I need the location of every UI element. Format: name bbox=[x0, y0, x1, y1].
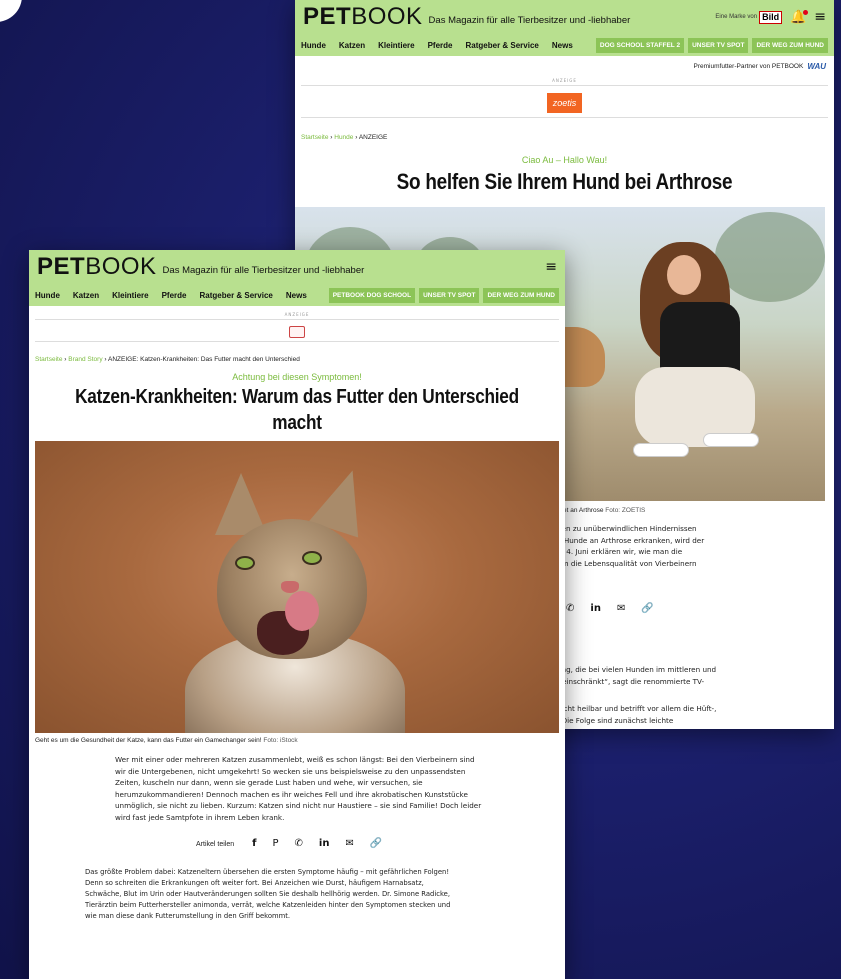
site-tagline: Das Magazin für alle Tierbesitzer und -l… bbox=[428, 14, 631, 26]
link-icon[interactable]: 🔗 bbox=[370, 839, 382, 849]
nav-item-ratgeber[interactable]: Ratgeber & Service bbox=[466, 41, 539, 50]
hamburger-menu-icon[interactable]: ≡ bbox=[814, 10, 826, 24]
breadcrumb: Startseite › Hunde › ANZEIGE bbox=[301, 134, 388, 141]
link-icon[interactable]: 🔗 bbox=[641, 604, 653, 614]
article-kicker: Ciao Au – Hallo Wau! bbox=[521, 155, 608, 165]
weg-zum-hund-button[interactable]: DER WEG ZUM HUND bbox=[752, 37, 828, 53]
article-body-continued: nicht heilbar und betrifft vor allem die… bbox=[557, 704, 717, 725]
nav-item-kleintiere[interactable]: Kleintiere bbox=[112, 291, 148, 300]
site-header: PETBOOK Das Magazin für alle Tierbesitze… bbox=[295, 0, 834, 56]
ad-label: ANZEIGE bbox=[552, 78, 577, 83]
notification-dot bbox=[803, 9, 809, 15]
nav-item-hunde[interactable]: Hunde bbox=[301, 41, 326, 50]
article-intro: pen zu unüberwindlichen Hindernissen n H… bbox=[557, 524, 705, 568]
share-bar: ✆ in ✉ 🔗 bbox=[566, 604, 654, 614]
ad-label: ANZEIGE bbox=[284, 312, 310, 317]
nav-item-kleintiere[interactable]: Kleintiere bbox=[378, 41, 414, 50]
premium-partner-bar: Premiumfutter-Partner von PETBOOK WAU bbox=[295, 56, 834, 72]
main-nav: Hunde Katzen Kleintiere Pferde Ratgeber … bbox=[29, 284, 565, 306]
linkedin-icon[interactable]: in bbox=[319, 839, 330, 849]
dog-school-button[interactable]: PETBOOK DOG SCHOOL bbox=[328, 287, 416, 303]
article-kicker: Achtung bei diesen Symptomen! bbox=[232, 372, 362, 382]
partner-logo[interactable]: WAU bbox=[807, 62, 826, 71]
breadcrumb-home[interactable]: Startseite bbox=[301, 134, 328, 141]
nav-item-katzen[interactable]: Katzen bbox=[339, 41, 365, 50]
bild-brand-logo[interactable]: Eine Marke von Bild bbox=[715, 10, 783, 24]
site-header: PETBOOK Das Magazin für alle Tierbesitze… bbox=[29, 250, 565, 306]
nav-item-ratgeber[interactable]: Ratgeber & Service bbox=[200, 291, 273, 300]
article-title: So helfen Sie Ihrem Hund bei Arthrose bbox=[396, 169, 733, 194]
site-tagline: Das Magazin für alle Tierbesitzer und -l… bbox=[162, 264, 365, 276]
facebook-icon[interactable]: f bbox=[252, 839, 256, 849]
article-body: Das größte Problem dabei: Katzeneltern ü… bbox=[85, 868, 451, 920]
breadcrumb-hunde[interactable]: Hunde bbox=[334, 134, 353, 141]
pinterest-icon[interactable]: P bbox=[273, 839, 279, 849]
email-icon[interactable]: ✉ bbox=[617, 604, 625, 614]
share-label: Artikel teilen bbox=[196, 840, 235, 848]
corner-decoration bbox=[0, 0, 22, 22]
breadcrumb: Startseite › Brand Story › ANZEIGE: Katz… bbox=[35, 356, 300, 363]
breadcrumb-home[interactable]: Startseite bbox=[35, 356, 62, 363]
sponsor-banner bbox=[35, 322, 559, 342]
ad-divider bbox=[35, 319, 559, 320]
article-title: Katzen-Krankheiten: Warum das Futter den… bbox=[75, 386, 519, 434]
nav-item-hunde[interactable]: Hunde bbox=[35, 291, 60, 300]
petbook-logo[interactable]: PETBOOK bbox=[303, 5, 423, 29]
main-nav: Hunde Katzen Kleintiere Pferde Ratgeber … bbox=[295, 34, 834, 56]
dog-school-button[interactable]: DOG SCHOOL STAFFEL 2 bbox=[595, 37, 685, 53]
nav-item-katzen[interactable]: Katzen bbox=[73, 291, 99, 300]
bell-icon[interactable]: 🔔 bbox=[790, 9, 809, 25]
photo-caption: Geht es um die Gesundheit der Katze, kan… bbox=[35, 737, 298, 744]
whatsapp-icon[interactable]: ✆ bbox=[566, 604, 574, 614]
nav-item-pferde[interactable]: Pferde bbox=[428, 41, 453, 50]
front-article-screenshot: PETBOOK Das Magazin für alle Tierbesitze… bbox=[29, 250, 565, 979]
article-body: ung, die bei vielen Hunden im mittleren … bbox=[557, 665, 717, 686]
nav-item-news[interactable]: News bbox=[286, 291, 307, 300]
whatsapp-icon[interactable]: ✆ bbox=[295, 839, 303, 849]
article-intro: Wer mit einer oder mehreren Katzen zusam… bbox=[115, 755, 482, 822]
breadcrumb-current: ANZEIGE: Katzen-Krankheiten: Das Futter … bbox=[108, 356, 300, 363]
nav-item-pferde[interactable]: Pferde bbox=[162, 291, 187, 300]
cat-licking-photo bbox=[35, 441, 559, 733]
breadcrumb-brand-story[interactable]: Brand Story bbox=[68, 356, 102, 363]
nav-item-news[interactable]: News bbox=[552, 41, 573, 50]
tv-spot-button[interactable]: UNSER TV SPOT bbox=[419, 287, 480, 303]
partner-text: Premiumfutter-Partner von PETBOOK bbox=[693, 62, 804, 70]
photo-caption: et an Arthrose Foto: ZOETIS bbox=[563, 507, 646, 514]
tv-spot-button[interactable]: UNSER TV SPOT bbox=[688, 37, 749, 53]
email-icon[interactable]: ✉ bbox=[345, 839, 353, 849]
sponsor-banner: zoetis bbox=[301, 88, 828, 118]
zoetis-logo[interactable]: zoetis bbox=[546, 92, 583, 113]
petbook-logo[interactable]: PETBOOK bbox=[37, 255, 157, 279]
share-bar: Artikel teilen f P ✆ in ✉ 🔗 bbox=[196, 839, 565, 849]
weg-zum-hund-button[interactable]: DER WEG ZUM HUND bbox=[483, 287, 559, 303]
ad-divider bbox=[301, 85, 828, 86]
breadcrumb-current: ANZEIGE bbox=[358, 134, 388, 141]
linkedin-icon[interactable]: in bbox=[590, 604, 601, 614]
hamburger-menu-icon[interactable]: ≡ bbox=[545, 260, 557, 274]
animonda-logo[interactable] bbox=[289, 325, 305, 338]
